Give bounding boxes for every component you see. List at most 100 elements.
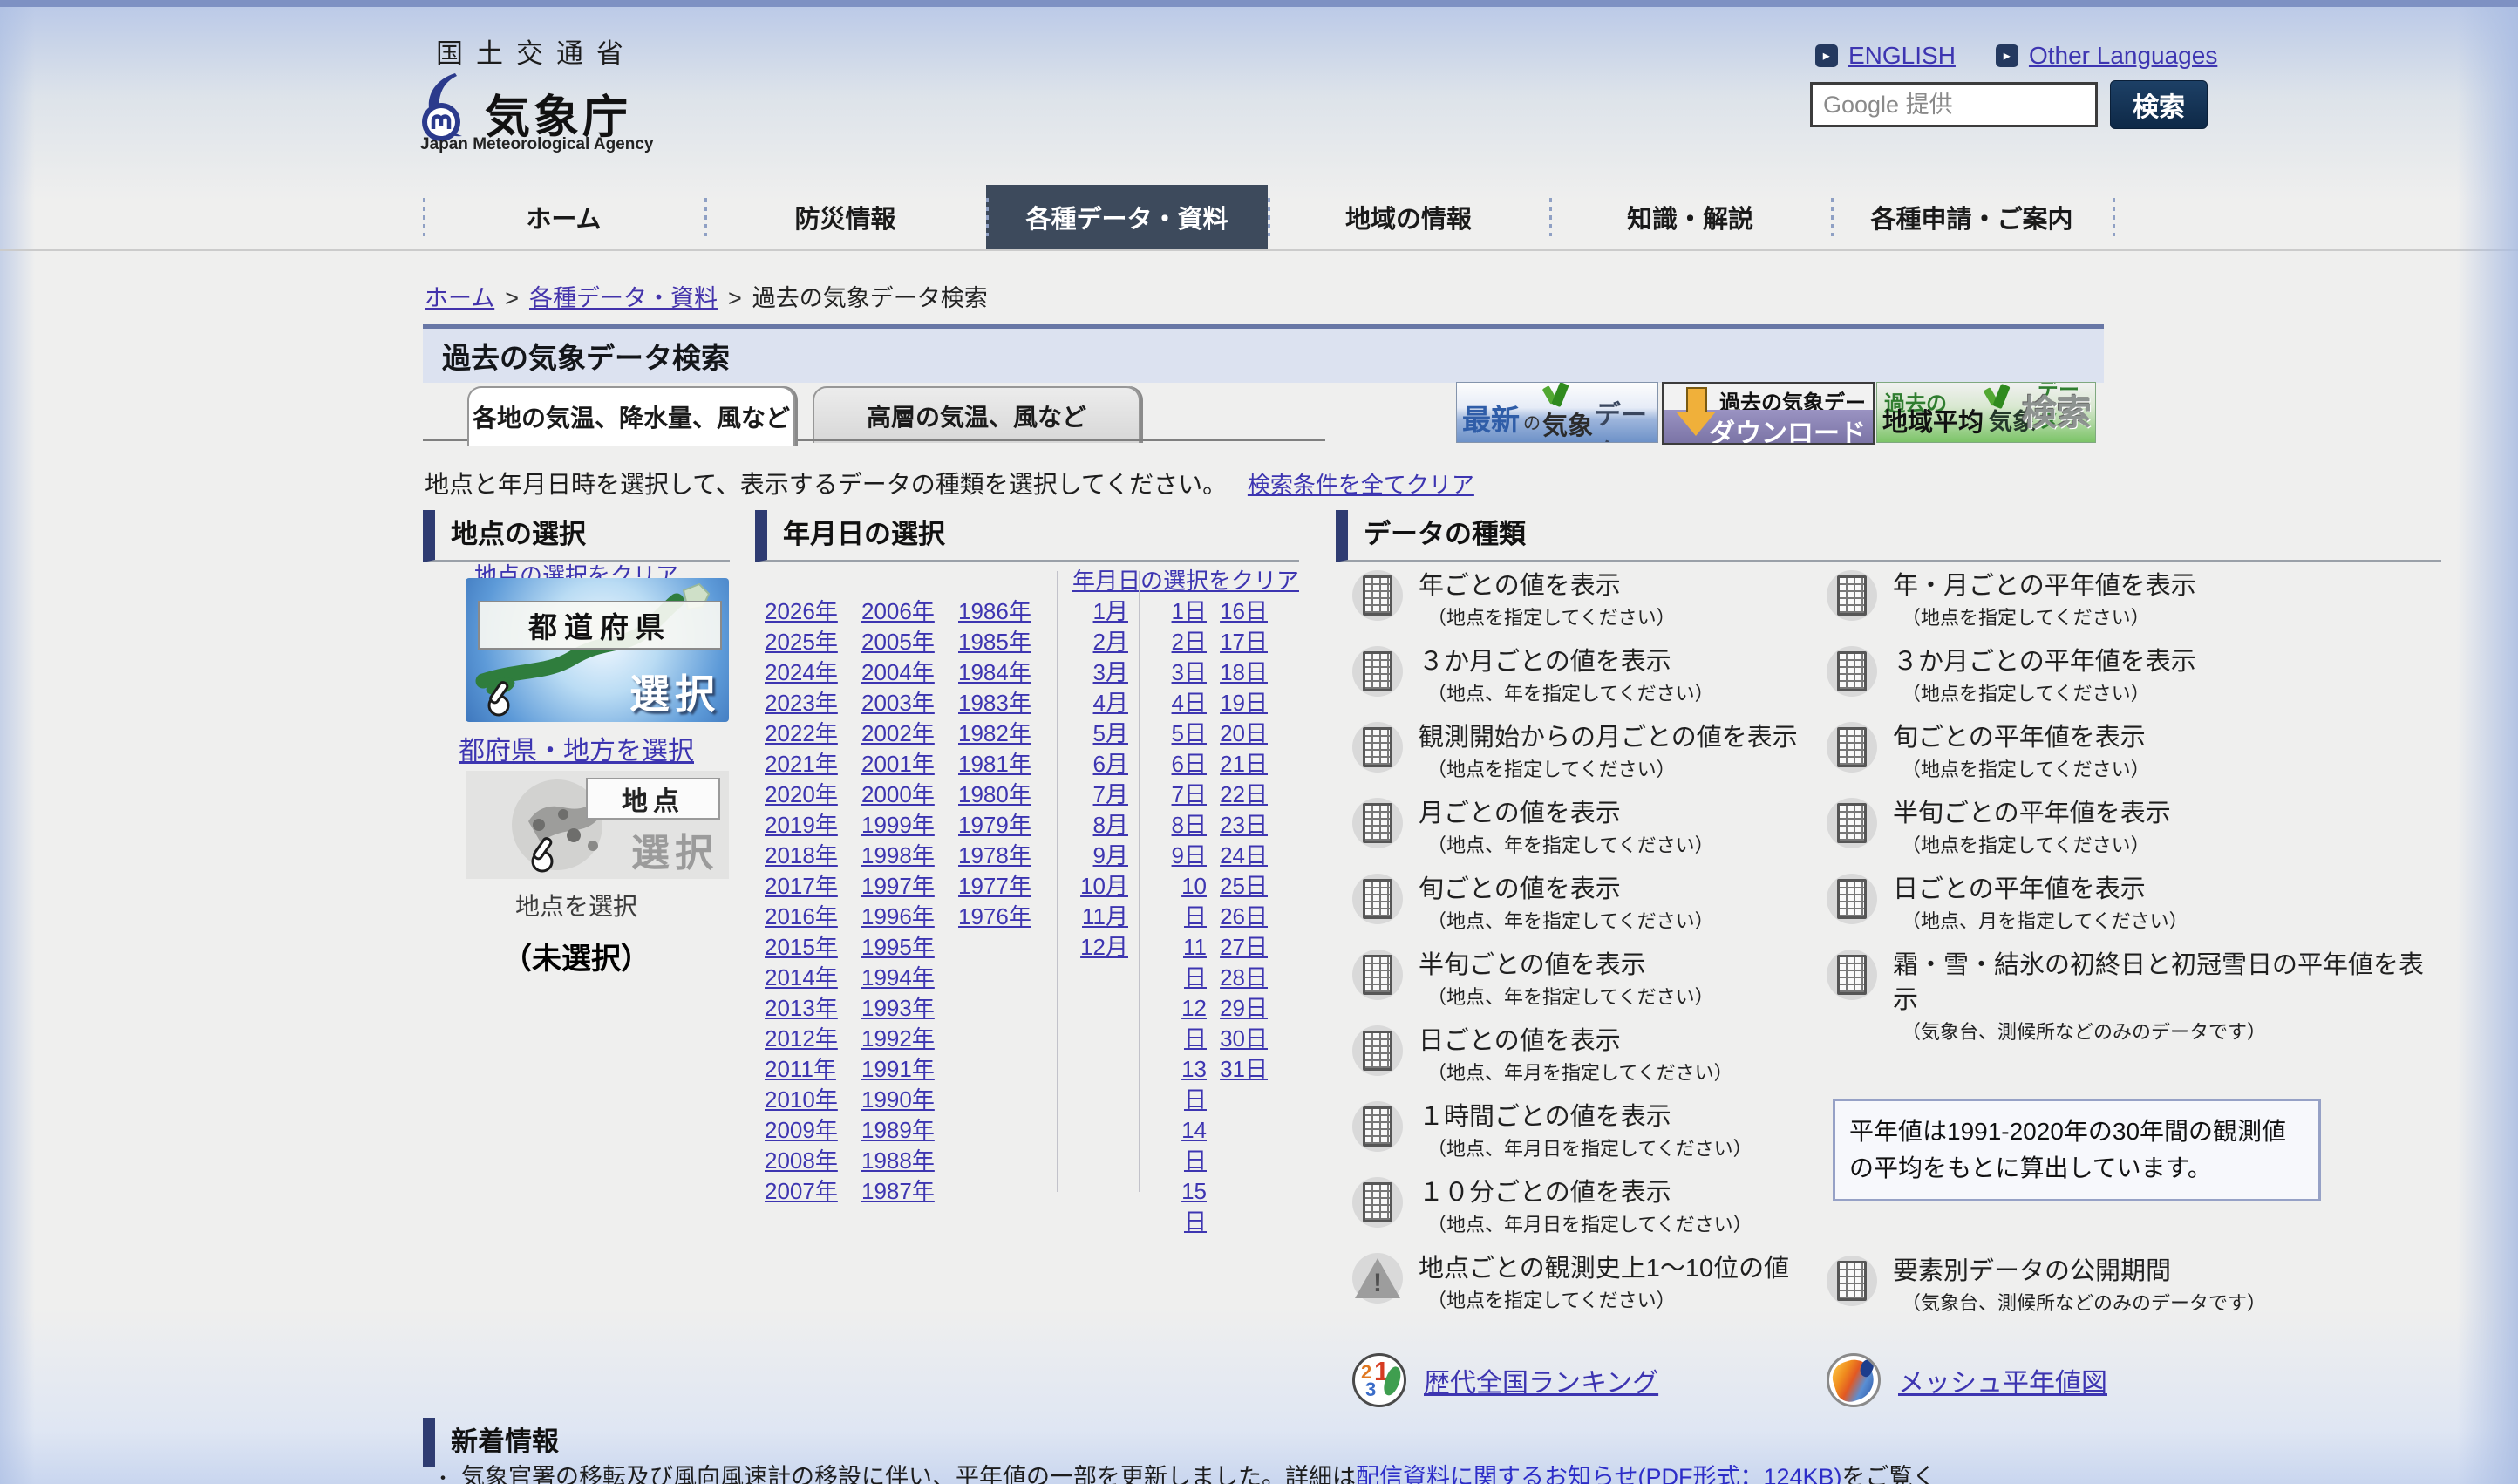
year-link[interactable]: 2008年 bbox=[765, 1147, 838, 1174]
year-link[interactable]: 1994年 bbox=[861, 964, 935, 990]
year-link[interactable]: 1991年 bbox=[861, 1056, 935, 1082]
year-link[interactable]: 2019年 bbox=[765, 812, 838, 838]
day-link[interactable]: 19日 bbox=[1220, 690, 1268, 716]
year-link[interactable]: 2010年 bbox=[765, 1086, 838, 1113]
data-type-item[interactable]: ! 年・月ごとの平年値を表示 （地点を指定してください） bbox=[1827, 568, 2437, 644]
year-link[interactable]: 1990年 bbox=[861, 1086, 935, 1113]
day-link[interactable]: 21日 bbox=[1220, 751, 1268, 777]
data-type-item[interactable]: ! 日ごとの平年値を表示 （地点、月を指定してください） bbox=[1827, 872, 2437, 948]
year-link[interactable]: 1978年 bbox=[958, 842, 1031, 868]
search-input[interactable] bbox=[1810, 82, 2098, 127]
month-link[interactable]: 5月 bbox=[1093, 720, 1128, 746]
year-link[interactable]: 1977年 bbox=[958, 873, 1031, 899]
day-link[interactable]: 17日 bbox=[1220, 629, 1268, 655]
year-link[interactable]: 1983年 bbox=[958, 690, 1031, 716]
breadcrumb-home-link[interactable]: ホーム bbox=[425, 285, 494, 311]
year-link[interactable]: 2003年 bbox=[861, 690, 935, 716]
day-link[interactable]: 10日 bbox=[1181, 873, 1207, 929]
day-link[interactable]: 8日 bbox=[1172, 812, 1207, 838]
year-link[interactable]: 1997年 bbox=[861, 873, 935, 899]
data-type-item[interactable]: ! 旬ごとの値を表示 （地点、年を指定してください） bbox=[1352, 872, 1823, 948]
year-link[interactable]: 2026年 bbox=[765, 598, 838, 624]
day-link[interactable]: 13日 bbox=[1181, 1056, 1207, 1113]
data-type-item[interactable]: ! １時間ごとの値を表示 （地点、年月日を指定してください） bbox=[1352, 1099, 1823, 1175]
day-link[interactable]: 2日 bbox=[1172, 629, 1207, 655]
year-link[interactable]: 1986年 bbox=[958, 598, 1031, 624]
year-link[interactable]: 1981年 bbox=[958, 751, 1031, 777]
nav-item[interactable]: 防災情報 bbox=[704, 185, 986, 249]
year-link[interactable]: 2024年 bbox=[765, 659, 838, 685]
year-link[interactable]: 2020年 bbox=[765, 781, 838, 807]
day-link[interactable]: 31日 bbox=[1220, 1056, 1268, 1082]
nav-item[interactable]: 各種申請・ご案内 bbox=[1831, 185, 2113, 249]
year-link[interactable]: 2015年 bbox=[765, 934, 838, 960]
data-type-item[interactable]: ! 要素別データの公開期間 （気象台、測候所などのみのデータです） bbox=[1827, 1254, 2437, 1330]
data-type-item[interactable]: ! 半旬ごとの平年値を表示 （地点を指定してください） bbox=[1827, 796, 2437, 872]
year-link[interactable]: 2021年 bbox=[765, 751, 838, 777]
day-link[interactable]: 30日 bbox=[1220, 1025, 1268, 1052]
year-link[interactable]: 1976年 bbox=[958, 903, 1031, 929]
breadcrumb-section-link[interactable]: 各種データ・資料 bbox=[529, 285, 718, 311]
year-link[interactable]: 1987年 bbox=[861, 1178, 935, 1204]
year-link[interactable]: 1998年 bbox=[861, 842, 935, 868]
year-link[interactable]: 1988年 bbox=[861, 1147, 935, 1174]
year-link[interactable]: 2004年 bbox=[861, 659, 935, 685]
year-link[interactable]: 1979年 bbox=[958, 812, 1031, 838]
year-link[interactable]: 2022年 bbox=[765, 720, 838, 746]
data-type-item[interactable]: ! 霜・雪・結氷の初終日と初冠雪日の平年値を表示 （気象台、測候所などのみのデー… bbox=[1827, 948, 2437, 1024]
year-link[interactable]: 2000年 bbox=[861, 781, 935, 807]
day-link[interactable]: 4日 bbox=[1172, 690, 1207, 716]
day-link[interactable]: 9日 bbox=[1172, 842, 1207, 868]
data-type-item[interactable]: ! 日ごとの値を表示 （地点、年月を指定してください） bbox=[1352, 1024, 1823, 1099]
month-link[interactable]: 12月 bbox=[1080, 934, 1128, 960]
month-link[interactable]: 2月 bbox=[1093, 629, 1128, 655]
year-link[interactable]: 1985年 bbox=[958, 629, 1031, 655]
other-languages-link[interactable]: Other Languages bbox=[2029, 42, 2217, 70]
day-link[interactable]: 18日 bbox=[1220, 659, 1268, 685]
day-link[interactable]: 20日 bbox=[1220, 720, 1268, 746]
year-link[interactable]: 2001年 bbox=[861, 751, 935, 777]
year-link[interactable]: 2013年 bbox=[765, 995, 838, 1021]
year-link[interactable]: 2014年 bbox=[765, 964, 838, 990]
data-type-item[interactable]: ! 半旬ごとの値を表示 （地点、年を指定してください） bbox=[1352, 948, 1823, 1024]
day-link[interactable]: 27日 bbox=[1220, 934, 1268, 960]
mesh-normals-map-link[interactable]: メッシュ平年値図 bbox=[1898, 1361, 2107, 1399]
clear-all-conditions-link[interactable]: 検索条件を全てクリア bbox=[1248, 472, 1474, 498]
day-link[interactable]: 6日 bbox=[1172, 751, 1207, 777]
day-link[interactable]: 23日 bbox=[1220, 812, 1268, 838]
month-link[interactable]: 10月 bbox=[1080, 873, 1128, 899]
day-link[interactable]: 1日 bbox=[1172, 598, 1207, 624]
day-link[interactable]: 12日 bbox=[1181, 995, 1207, 1052]
month-link[interactable]: 9月 bbox=[1093, 842, 1128, 868]
year-link[interactable]: 1999年 bbox=[861, 812, 935, 838]
month-link[interactable]: 4月 bbox=[1093, 690, 1128, 716]
data-type-item[interactable]: ! １０分ごとの値を表示 （地点、年月日を指定してください） bbox=[1352, 1175, 1823, 1251]
clear-date-link[interactable]: 年月日の選択をクリア bbox=[1003, 563, 1299, 596]
day-link[interactable]: 26日 bbox=[1220, 903, 1268, 929]
day-link[interactable]: 22日 bbox=[1220, 781, 1268, 807]
year-link[interactable]: 1989年 bbox=[861, 1117, 935, 1143]
year-link[interactable]: 2007年 bbox=[765, 1178, 838, 1204]
news-pdf-link[interactable]: 配信資料に関するお知らせ(PDF形式：124KB) bbox=[1356, 1464, 1842, 1484]
tab-surface-data[interactable]: 各地の気温、降水量、風など bbox=[467, 386, 795, 446]
month-link[interactable]: 3月 bbox=[1093, 659, 1128, 685]
year-link[interactable]: 1995年 bbox=[861, 934, 935, 960]
year-link[interactable]: 2005年 bbox=[861, 629, 935, 655]
prefecture-select-link[interactable]: 都府県・地方を選択 bbox=[423, 729, 730, 767]
data-type-item[interactable]: ! 月ごとの値を表示 （地点、年を指定してください） bbox=[1352, 796, 1823, 872]
latest-weather-data-banner[interactable]: 最新 の 気象 データ bbox=[1456, 382, 1658, 443]
day-link[interactable]: 16日 bbox=[1220, 598, 1268, 624]
data-type-item[interactable]: ! 地点ごとの観測史上1～10位の値 （地点を指定してください） bbox=[1352, 1251, 1823, 1327]
nav-item[interactable]: 各種データ・資料 bbox=[986, 185, 1268, 249]
year-link[interactable]: 2017年 bbox=[765, 873, 838, 899]
day-link[interactable]: 28日 bbox=[1220, 964, 1268, 990]
day-link[interactable]: 5日 bbox=[1172, 720, 1207, 746]
day-link[interactable]: 24日 bbox=[1220, 842, 1268, 868]
data-type-item[interactable]: ! 年ごとの値を表示 （地点を指定してください） bbox=[1352, 568, 1823, 644]
search-button[interactable]: 検索 bbox=[2110, 80, 2208, 129]
year-link[interactable]: 2018年 bbox=[765, 842, 838, 868]
year-link[interactable]: 1996年 bbox=[861, 903, 935, 929]
day-link[interactable]: 29日 bbox=[1220, 995, 1268, 1021]
year-link[interactable]: 2011年 bbox=[765, 1056, 836, 1082]
year-link[interactable]: 1992年 bbox=[861, 1025, 935, 1052]
